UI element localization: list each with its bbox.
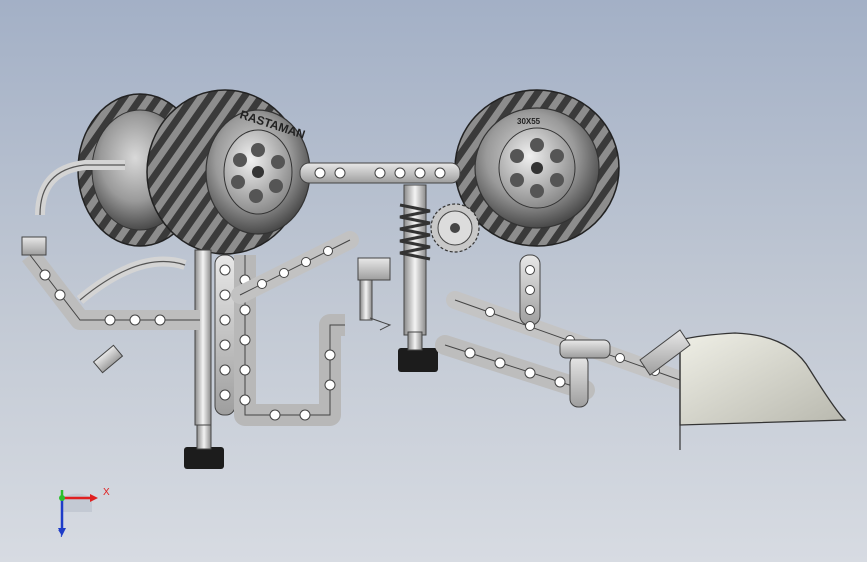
front-tire: 30X55 [454, 89, 620, 247]
center-shock-absorber [398, 184, 438, 372]
left-vertical-axle [184, 249, 236, 469]
cad-viewport[interactable]: RASTAMAN 30X55 X Y [0, 0, 867, 562]
tire-size-text: 30X55 [517, 117, 541, 126]
gear [430, 203, 480, 253]
rear-tire-front: RASTAMAN [146, 89, 311, 255]
lego-loader-model[interactable]: RASTAMAN 30X55 [0, 0, 867, 562]
left-gear-knob [184, 447, 224, 469]
y-axis-label: Y [58, 529, 65, 540]
center-gear-knob [398, 348, 438, 372]
loader-bucket [639, 329, 847, 450]
chassis-top-beam [299, 162, 461, 184]
right-lift-arms [435, 254, 689, 408]
x-axis-label: X [103, 487, 110, 498]
center-link [357, 257, 392, 331]
diagonal-lift-beam [231, 231, 359, 304]
